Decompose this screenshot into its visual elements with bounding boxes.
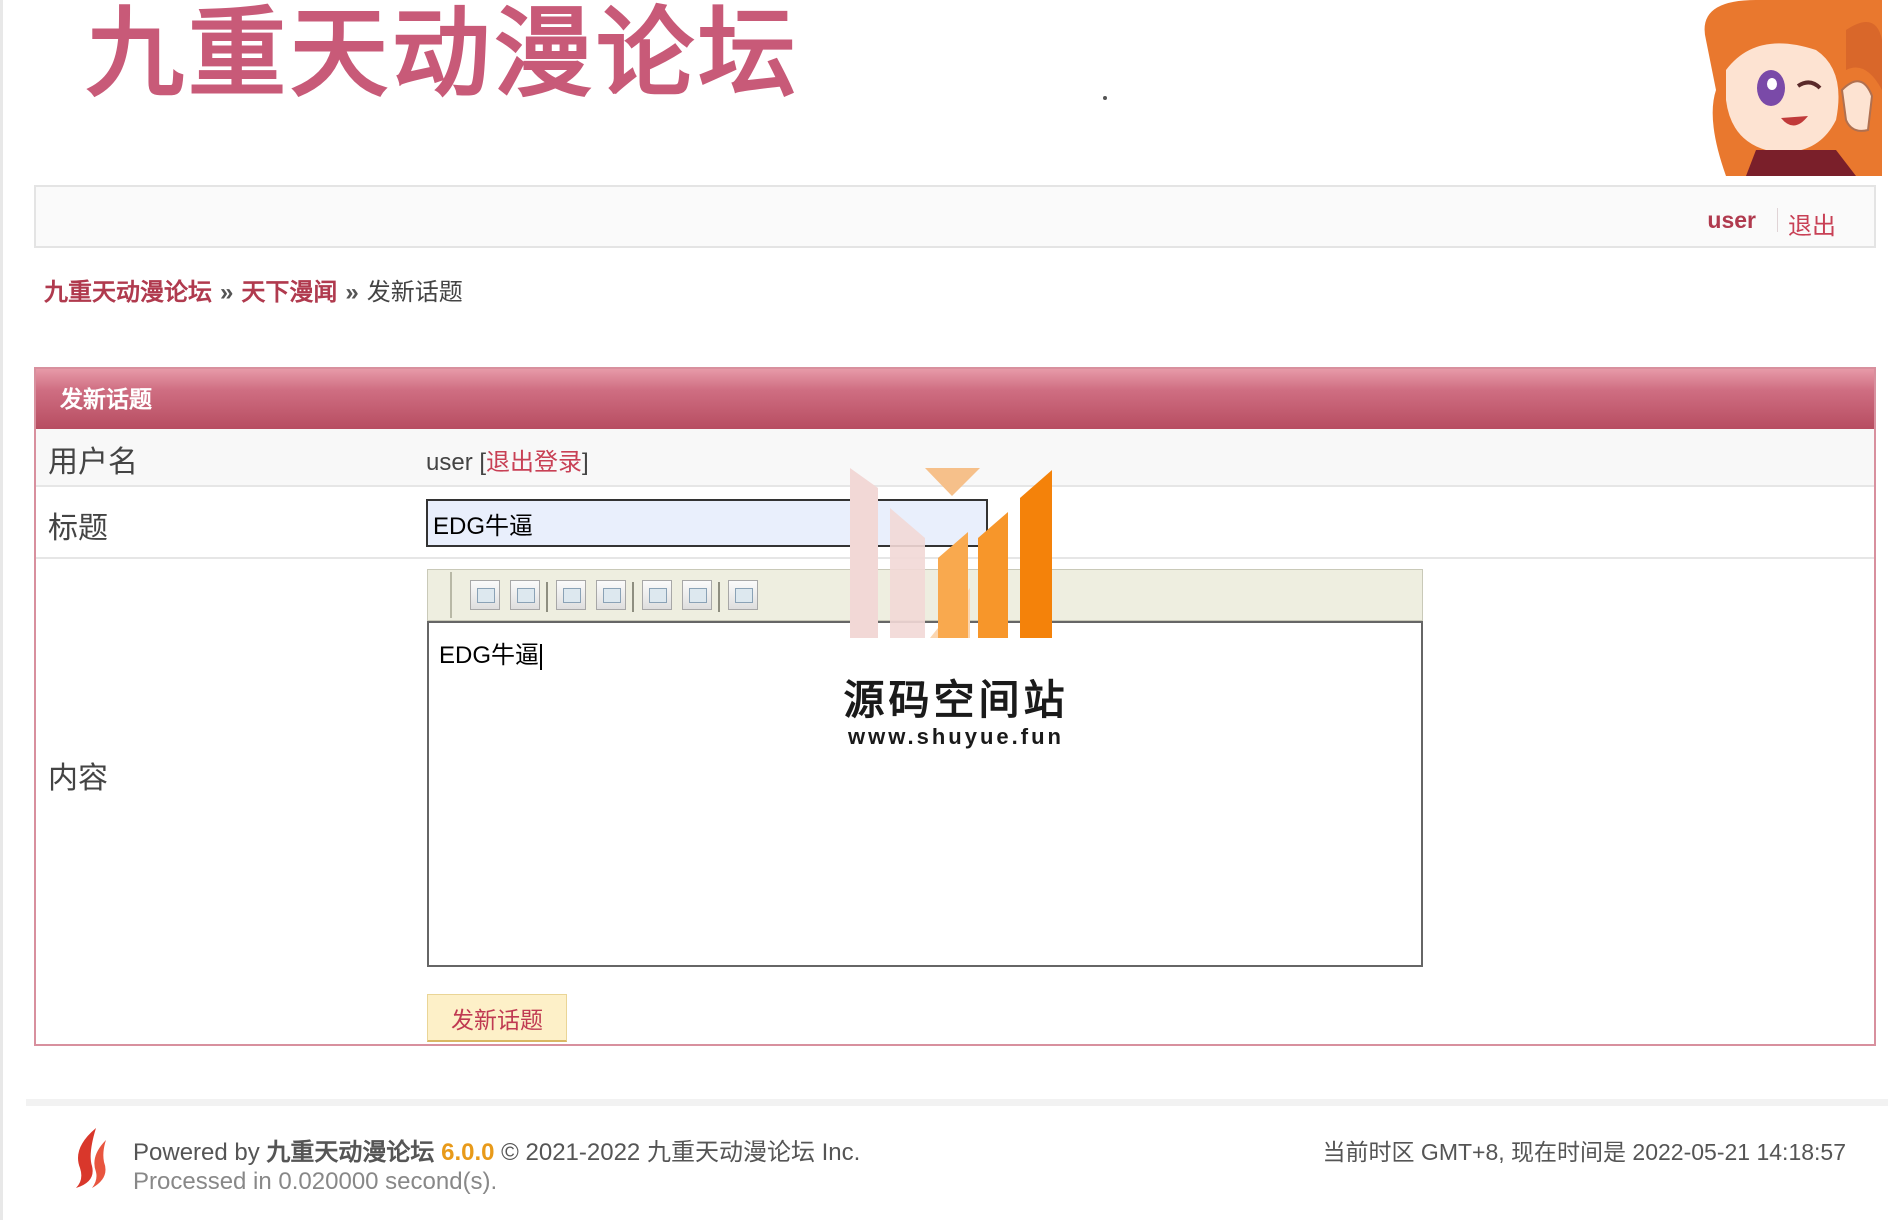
- content-text: EDG牛逼: [439, 642, 540, 669]
- forum-logo[interactable]: 九重天动漫论坛: [86, 0, 800, 114]
- user-bar: user 退出: [34, 185, 1876, 248]
- toolbar-image-icon[interactable]: [510, 580, 540, 610]
- toolbar-image-icon[interactable]: [596, 580, 626, 610]
- breadcrumb: 九重天动漫论坛 » 天下漫闻 » 发新话题: [44, 272, 463, 307]
- toolbar-image-icon[interactable]: [470, 580, 500, 610]
- breadcrumb-separator: »: [220, 279, 234, 306]
- username-link[interactable]: user: [1707, 207, 1756, 234]
- footer-divider: [26, 1099, 1888, 1106]
- footer-powered-by: Powered by 九重天动漫论坛 6.0.0 © 2021-2022 九重天…: [133, 1132, 860, 1167]
- breadcrumb-home-link[interactable]: 九重天动漫论坛: [44, 279, 212, 306]
- flame-logo-icon: [76, 1128, 106, 1188]
- footer-processed-time: Processed in 0.020000 second(s).: [133, 1168, 498, 1195]
- footer-version: 6.0.0: [441, 1139, 495, 1166]
- toolbar-image-icon[interactable]: [642, 580, 672, 610]
- content-label: 内容: [48, 762, 108, 795]
- toolbar-grip: [450, 572, 452, 618]
- footer-copyright: © 2021-2022 九重天动漫论坛 Inc.: [501, 1139, 861, 1166]
- watermark-url: www.shuyue.fun: [848, 724, 1064, 749]
- page-left-edge: [0, 0, 3, 1220]
- toolbar-image-icon[interactable]: [682, 580, 712, 610]
- breadcrumb-separator: »: [345, 279, 359, 306]
- bracket-close: ]: [582, 449, 589, 476]
- logout-login-link[interactable]: 退出登录: [486, 449, 582, 476]
- userbar-divider: [1777, 208, 1778, 232]
- watermark-logo: [850, 468, 1052, 638]
- username-label: 用户名: [48, 446, 138, 479]
- panel-heading: 发新话题: [36, 369, 1874, 429]
- footer-timezone: 当前时区 GMT+8, 现在时间是 2022-05-21 14:18:57: [1322, 1139, 1846, 1165]
- toolbar-image-icon[interactable]: [728, 580, 758, 610]
- username-value: user: [426, 449, 473, 476]
- mascot-image: [1704, 0, 1882, 176]
- powered-by-text: Powered by: [133, 1139, 260, 1166]
- submit-topic-button[interactable]: 发新话题: [427, 994, 567, 1042]
- title-label: 标题: [48, 512, 108, 545]
- toolbar-separator: [632, 582, 634, 612]
- footer-brand-link[interactable]: 九重天动漫论坛: [266, 1139, 434, 1166]
- watermark-title: 源码空间站: [843, 677, 1069, 723]
- toolbar-image-icon[interactable]: [556, 580, 586, 610]
- logout-link[interactable]: 退出: [1788, 206, 1836, 241]
- username-value-group: user [退出登录]: [426, 442, 589, 477]
- breadcrumb-current: 发新话题: [366, 279, 463, 306]
- toolbar-separator: [546, 582, 548, 612]
- header-dot: [1103, 96, 1107, 100]
- text-caret: [540, 643, 543, 670]
- breadcrumb-forum-link[interactable]: 天下漫闻: [241, 279, 337, 306]
- toolbar-separator: [718, 582, 720, 612]
